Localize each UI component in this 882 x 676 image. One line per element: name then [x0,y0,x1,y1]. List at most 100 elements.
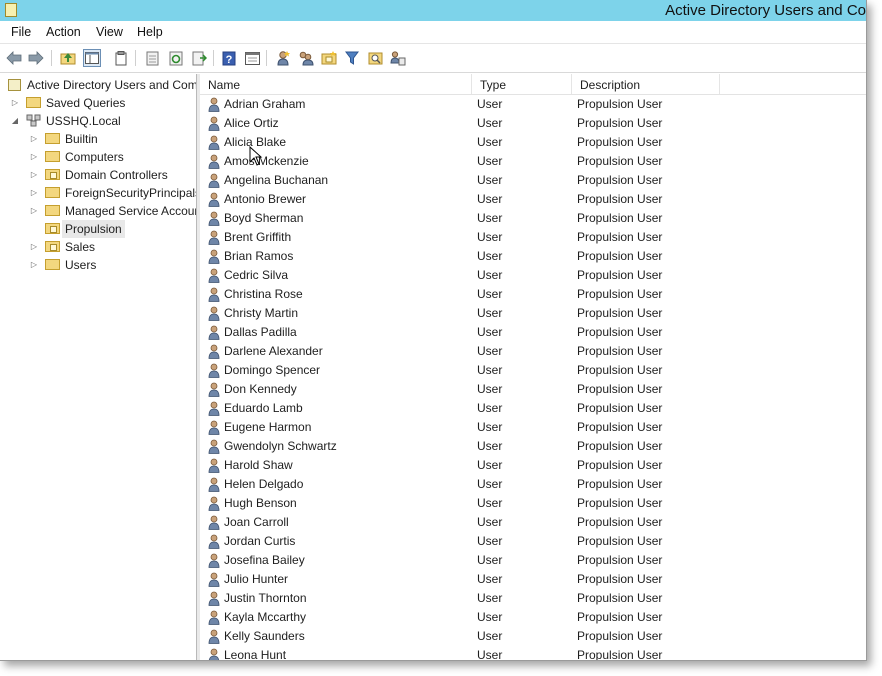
table-row[interactable]: Domingo Spencer User Propulsion User [200,361,866,380]
table-row[interactable]: Dallas Padilla User Propulsion User [200,323,866,342]
column-header-description[interactable]: Description [572,74,720,94]
cell-name: Christy Martin [224,306,299,320]
new-user-icon[interactable] [274,49,292,67]
menu-action[interactable]: Action [46,25,81,39]
cell-description: Propulsion User [577,439,663,453]
forward-arrow-icon[interactable] [27,49,45,67]
user-icon [208,401,220,416]
expand-arrow-icon[interactable]: ▷ [29,130,39,148]
expand-arrow-icon[interactable]: ▷ [29,148,39,166]
column-header-name[interactable]: Name [200,74,472,94]
cell-name: Brian Ramos [224,249,294,263]
ou-folder-icon [45,241,60,252]
clipboard-icon[interactable] [112,49,130,67]
table-row[interactable]: Helen Delgado User Propulsion User [200,475,866,494]
properties-icon[interactable] [143,49,161,67]
table-row[interactable]: Christy Martin User Propulsion User [200,304,866,323]
table-row[interactable]: Brent Griffith User Propulsion User [200,228,866,247]
cell-name: Helen Delgado [224,477,304,491]
tree-item[interactable]: ▷ Sales [0,238,196,256]
table-row[interactable]: Harold Shaw User Propulsion User [200,456,866,475]
column-header-type[interactable]: Type [472,74,572,94]
up-folder-icon[interactable] [59,49,77,67]
tree-item[interactable]: ▷ Saved Queries [0,94,196,112]
user-icon [208,268,220,283]
cell-name: Leona Hunt [224,648,287,660]
table-row[interactable]: Christina Rose User Propulsion User [200,285,866,304]
tree-item-label: Computers [65,150,124,164]
table-row[interactable]: Kelly Saunders User Propulsion User [200,627,866,646]
table-row[interactable]: Eugene Harmon User Propulsion User [200,418,866,437]
back-arrow-icon[interactable] [5,49,23,67]
refresh-icon[interactable] [167,49,185,67]
table-row[interactable]: Cedric Silva User Propulsion User [200,266,866,285]
table-row[interactable]: Alicia Blake User Propulsion User [200,133,866,152]
table-row[interactable]: Don Kennedy User Propulsion User [200,380,866,399]
cell-name: Christina Rose [224,287,303,301]
table-row[interactable]: Alice Ortiz User Propulsion User [200,114,866,133]
tree-item[interactable]: ▷ ForeignSecurityPrincipals [0,184,196,202]
cell-description: Propulsion User [577,401,663,415]
console-tree[interactable]: Active Directory Users and Com ▷ Saved Qu… [0,74,197,660]
console-icon[interactable] [243,49,261,67]
user-icon [208,211,220,226]
tree-root[interactable]: Active Directory Users and Com [0,76,196,94]
cell-name: Adrian Graham [224,97,306,111]
table-row[interactable]: Hugh Benson User Propulsion User [200,494,866,513]
table-row[interactable]: Angelina Buchanan User Propulsion User [200,171,866,190]
menu-view[interactable]: View [96,25,123,39]
table-row[interactable]: Leona Hunt User Propulsion User [200,646,866,660]
expand-arrow-icon[interactable]: ▷ [29,238,39,256]
table-row[interactable]: Jordan Curtis User Propulsion User [200,532,866,551]
filter-icon[interactable] [343,49,361,67]
table-row[interactable]: Justin Thornton User Propulsion User [200,589,866,608]
cell-name: Eduardo Lamb [224,401,303,415]
console-tree-icon[interactable] [83,49,101,67]
table-row[interactable]: Gwendolyn Schwartz User Propulsion User [200,437,866,456]
menu-file[interactable]: File [11,25,31,39]
expand-arrow-icon[interactable]: ▷ [29,166,39,184]
user-icon [208,496,220,511]
cell-description: Propulsion User [577,287,663,301]
find-icon[interactable] [366,49,384,67]
user-icon [208,249,220,264]
table-row[interactable]: Kayla Mccarthy User Propulsion User [200,608,866,627]
export-list-icon[interactable] [190,49,208,67]
details-list[interactable]: Name Type Description Adrian Graham User P… [200,74,866,660]
menu-help[interactable]: Help [137,25,163,39]
table-row[interactable]: Darlene Alexander User Propulsion User [200,342,866,361]
delegate-icon[interactable] [389,49,407,67]
table-row[interactable]: Boyd Sherman User Propulsion User [200,209,866,228]
expand-arrow-icon[interactable]: ▷ [29,256,39,274]
tree-item[interactable]: ▷ Domain Controllers [0,166,196,184]
collapse-arrow-icon[interactable]: ◢ [10,112,20,130]
table-row[interactable]: Antonio Brewer User Propulsion User [200,190,866,209]
expand-arrow-icon[interactable]: ▷ [29,202,39,220]
new-ou-icon[interactable] [320,49,338,67]
list-rows: Adrian Graham User Propulsion User Alice Or… [200,95,866,660]
table-row[interactable]: Josefina Bailey User Propulsion User [200,551,866,570]
expand-arrow-icon[interactable]: ▷ [29,184,39,202]
table-row[interactable]: Eduardo Lamb User Propulsion User [200,399,866,418]
user-icon [208,363,220,378]
title-bar[interactable]: Active Directory Users and Co [0,0,866,21]
expand-arrow-icon[interactable]: ▷ [10,94,20,112]
tree-item[interactable]: Propulsion [0,220,196,238]
tree-item[interactable]: ◢ USSHQ.Local [0,112,196,130]
table-row[interactable]: Julio Hunter User Propulsion User [200,570,866,589]
cell-description: Propulsion User [577,306,663,320]
table-row[interactable]: Adrian Graham User Propulsion User [200,95,866,114]
tree-item[interactable]: ▷ Computers [0,148,196,166]
toolbar: ? [0,44,866,73]
help-icon[interactable]: ? [220,49,238,67]
cell-description: Propulsion User [577,648,663,660]
table-row[interactable]: Brian Ramos User Propulsion User [200,247,866,266]
tree-item[interactable]: ▷ Managed Service Accounts [0,202,196,220]
main-window: Active Directory Users and Co File Actio… [0,0,867,661]
tree-item-label: USSHQ.Local [46,114,121,128]
new-group-icon[interactable] [297,49,315,67]
table-row[interactable]: Joan Carroll User Propulsion User [200,513,866,532]
tree-item[interactable]: ▷ Builtin [0,130,196,148]
tree-item[interactable]: ▷ Users [0,256,196,274]
table-row[interactable]: Amos Mckenzie User Propulsion User [200,152,866,171]
